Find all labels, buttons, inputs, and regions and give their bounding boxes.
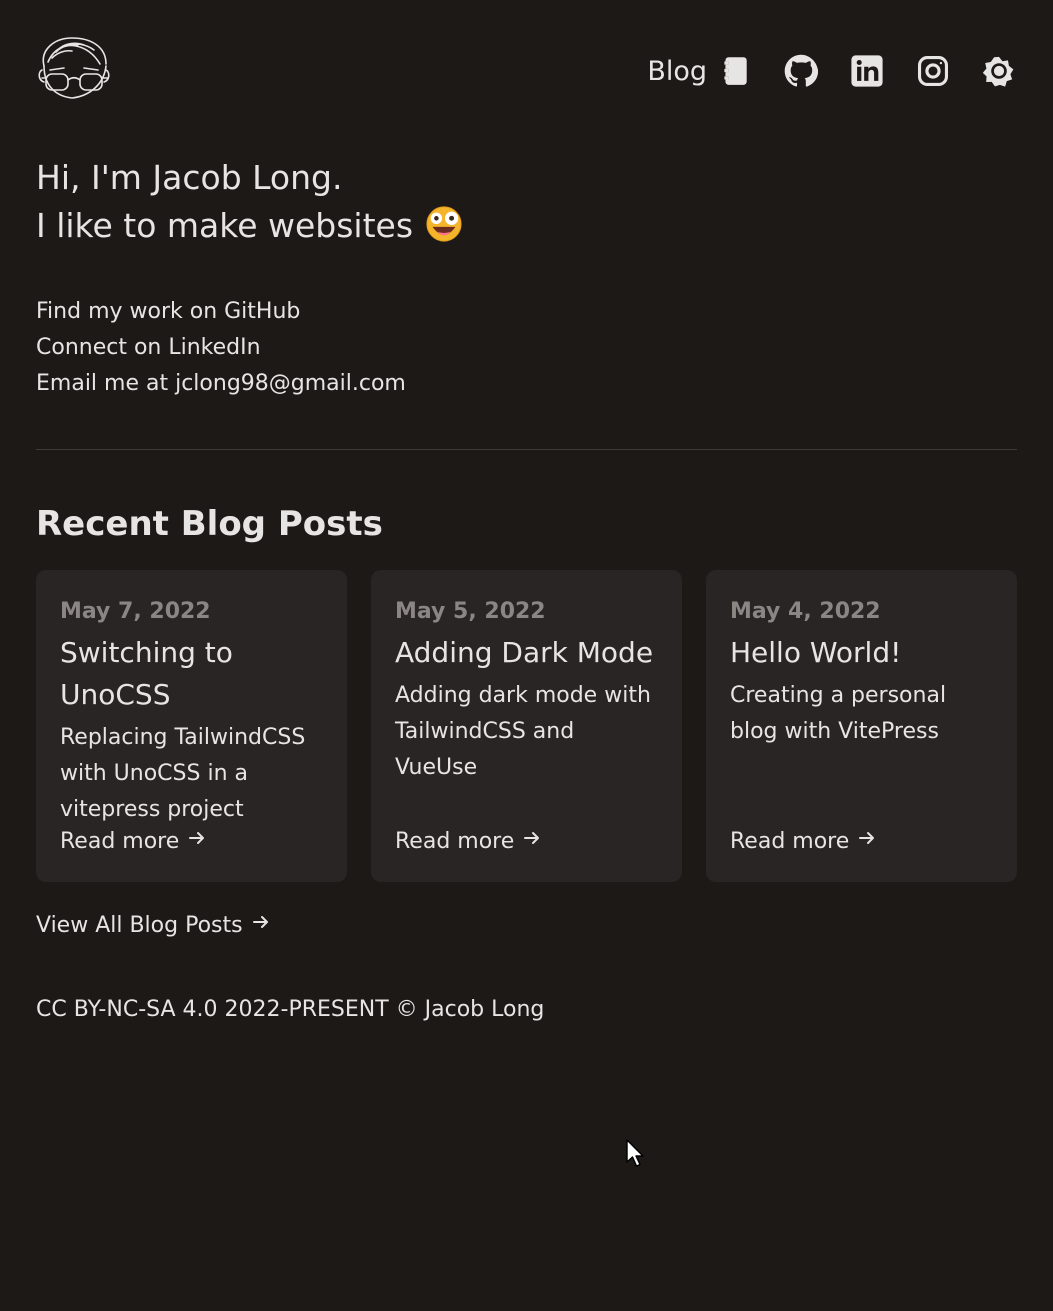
view-all-posts-link[interactable]: View All Blog Posts	[36, 908, 271, 944]
avatar-logo[interactable]	[36, 36, 112, 102]
top-nav: Blog	[647, 50, 1017, 92]
post-date: May 7, 2022	[60, 599, 211, 624]
post-title[interactable]: Hello World!	[730, 632, 993, 674]
post-date: May 4, 2022	[730, 599, 881, 624]
blog-post-card[interactable]: May 7, 2022 Switching to UnoCSS Replacin…	[36, 570, 347, 882]
read-more-link[interactable]: Read more	[730, 824, 877, 860]
post-description: Creating a personal blog with VitePress	[730, 683, 947, 744]
read-more-label: Read more	[395, 829, 515, 854]
arrow-right-icon	[187, 824, 207, 860]
linkedin-link[interactable]: Connect on LinkedIn	[36, 335, 261, 360]
github-link[interactable]: Find my work on GitHub	[36, 299, 300, 324]
page: Blog Hi, I'm Jacob Long. I like to make …	[0, 0, 1053, 1311]
intro-line-2-text: I like to make websites	[36, 206, 414, 245]
linkedin-icon[interactable]	[849, 53, 885, 89]
post-date: May 5, 2022	[395, 599, 546, 624]
read-more-label: Read more	[60, 829, 180, 854]
section-title: Recent Blog Posts	[36, 504, 383, 544]
arrow-right-icon	[857, 824, 877, 860]
blog-post-card[interactable]: May 4, 2022 Hello World! Creating a pers…	[706, 570, 1017, 882]
instagram-icon[interactable]	[915, 53, 951, 89]
blog-post-cards: May 7, 2022 Switching to UnoCSS Replacin…	[36, 570, 1017, 882]
blog-post-card[interactable]: May 5, 2022 Adding Dark Mode Adding dark…	[371, 570, 682, 882]
sun-icon[interactable]	[981, 53, 1017, 89]
intro-line-2: I like to make websites	[36, 202, 463, 250]
intro-heading: Hi, I'm Jacob Long. I like to make websi…	[36, 154, 463, 250]
post-description: Adding dark mode with TailwindCSS and Vu…	[395, 683, 651, 780]
contact-links: Find my work on GitHub Connect on Linked…	[36, 294, 406, 402]
arrow-right-icon	[522, 824, 542, 860]
nav-blog-link[interactable]: Blog	[647, 53, 753, 89]
post-title[interactable]: Switching to UnoCSS	[60, 632, 323, 716]
divider	[36, 449, 1017, 450]
post-description: Replacing TailwindCSS with UnoCSS in a v…	[60, 725, 306, 822]
notebook-icon	[717, 53, 753, 89]
arrow-right-icon	[251, 908, 271, 944]
email-link[interactable]: Email me at jclong98@gmail.com	[36, 371, 406, 396]
read-more-link[interactable]: Read more	[395, 824, 542, 860]
nav-blog-label: Blog	[647, 55, 707, 87]
zany-face-emoji	[425, 205, 463, 243]
read-more-link[interactable]: Read more	[60, 824, 207, 860]
intro-line-1: Hi, I'm Jacob Long.	[36, 158, 343, 197]
view-all-label: View All Blog Posts	[36, 913, 243, 938]
mouse-cursor-icon	[626, 1139, 644, 1167]
github-icon[interactable]	[783, 53, 819, 89]
read-more-label: Read more	[730, 829, 850, 854]
footer-license: CC BY-NC-SA 4.0 2022-PRESENT © Jacob Lon…	[36, 997, 545, 1022]
post-title[interactable]: Adding Dark Mode	[395, 632, 658, 674]
